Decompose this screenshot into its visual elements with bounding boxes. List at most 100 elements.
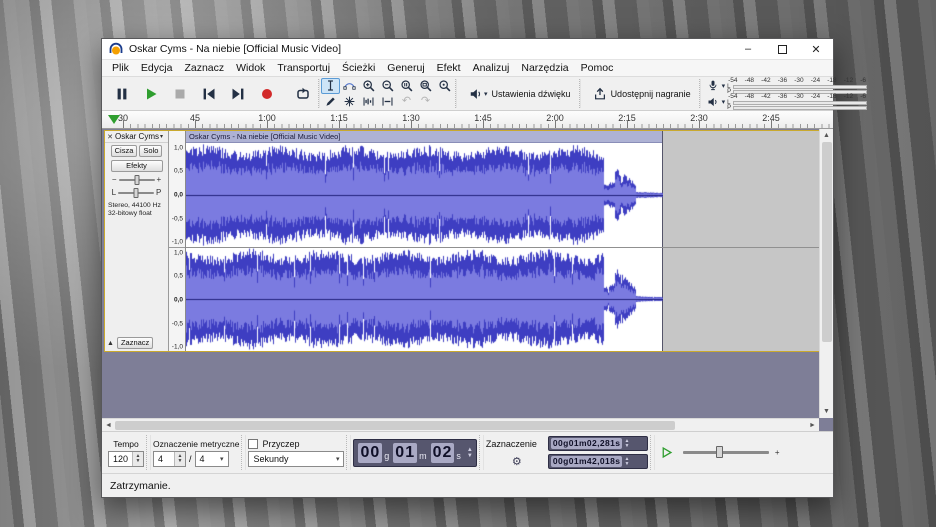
playback-meter[interactable]: ▾ -54-48-42-36-30-24-18-12-6 L P <box>706 94 868 110</box>
timeline-label: 45 <box>190 113 200 123</box>
selection-end-field[interactable]: 00g01m42,018s ▲▼ <box>548 454 648 469</box>
undo-button[interactable]: ↶ <box>397 94 416 110</box>
position-seconds[interactable]: 02 <box>431 443 455 463</box>
trim-audio-button[interactable] <box>359 94 378 110</box>
pan-slider[interactable]: L P <box>105 188 168 198</box>
vertical-scroll-thumb[interactable] <box>822 142 832 342</box>
audio-track[interactable]: ✕ Oskar Cyms ▾ Cisza Solo Efekty − + <box>104 130 820 352</box>
silence-audio-button[interactable] <box>378 94 397 110</box>
audio-setup-label: Ustawienia dźwięku <box>492 89 571 99</box>
menu-item[interactable]: Efekt <box>431 62 467 74</box>
share-audio-button[interactable]: Udostępnij nagranie <box>586 79 698 109</box>
envelope-tool-button[interactable] <box>340 78 359 94</box>
timeline-label: 2:45 <box>762 113 780 123</box>
draw-tool-button[interactable] <box>321 94 340 110</box>
loop-button[interactable] <box>288 79 317 108</box>
zoom-toggle-button[interactable] <box>435 78 454 94</box>
solo-button[interactable]: Solo <box>139 145 162 157</box>
minimize-button[interactable]: – <box>731 39 765 59</box>
record-button[interactable] <box>252 79 281 108</box>
selection-options-gear-icon[interactable]: ⚙ <box>486 455 548 468</box>
track-name[interactable]: Oskar Cyms <box>115 132 159 141</box>
redo-button[interactable]: ↷ <box>416 94 435 110</box>
gain-slider-thumb[interactable] <box>134 175 139 185</box>
play-speed-slider[interactable] <box>683 451 769 454</box>
audio-clip[interactable]: Oskar Cyms - Na niebie [Official Music V… <box>186 131 663 351</box>
scroll-down-arrow[interactable]: ▼ <box>823 405 830 418</box>
close-button[interactable]: ✕ <box>799 39 833 59</box>
timeline-ruler[interactable]: 30451:001:151:301:452:002:152:302:45 <box>102 111 833 129</box>
effects-button[interactable]: Efekty <box>111 160 163 172</box>
fit-project-button[interactable] <box>416 78 435 94</box>
track-close-button[interactable]: ✕ <box>105 133 115 141</box>
spinner-arrows-icon[interactable]: ▲▼ <box>467 447 473 459</box>
window-title: Oskar Cyms - Na niebie [Official Music V… <box>129 43 341 55</box>
tempo-spinner[interactable]: 120 ▲▼ <box>108 451 144 467</box>
menu-item[interactable]: Narzędzia <box>515 62 574 74</box>
playhead-pin-icon[interactable] <box>108 115 120 124</box>
time-signature-upper-spinner[interactable]: 4 ▲▼ <box>153 451 186 467</box>
spinner-arrows-icon[interactable]: ▲▼ <box>174 452 185 466</box>
play-at-speed-toolbar: + <box>657 432 780 473</box>
stop-button[interactable] <box>165 79 194 108</box>
menu-item[interactable]: Generuj <box>381 62 430 74</box>
menu-item[interactable]: Pomoc <box>575 62 620 74</box>
audio-position-display[interactable]: 00 g 01 m 02 s ▲▼ <box>353 439 476 467</box>
zoom-out-button[interactable] <box>378 78 397 94</box>
fit-selection-button[interactable] <box>397 78 416 94</box>
menu-item[interactable]: Edycja <box>135 62 179 74</box>
menu-item[interactable]: Zaznacz <box>178 62 230 74</box>
timeline-label: 2:30 <box>690 113 708 123</box>
mute-button[interactable]: Cisza <box>111 145 138 157</box>
pan-slider-thumb[interactable] <box>134 188 139 198</box>
scroll-up-arrow[interactable]: ▲ <box>823 129 830 142</box>
selection-label: Zaznaczenie <box>486 439 548 449</box>
play-button[interactable] <box>136 79 165 108</box>
title-bar[interactable]: Oskar Cyms - Na niebie [Official Music V… <box>102 39 833 60</box>
horizontal-scrollbar[interactable]: ◄ ► <box>102 418 819 431</box>
scroll-left-arrow[interactable]: ◄ <box>102 422 115 429</box>
scroll-right-arrow[interactable]: ► <box>806 422 819 429</box>
position-hours[interactable]: 00 <box>358 443 382 463</box>
skip-to-start-button[interactable] <box>194 79 223 108</box>
skip-to-end-button[interactable] <box>223 79 252 108</box>
select-track-button[interactable]: Zaznacz <box>117 337 153 349</box>
menu-item[interactable]: Analizuj <box>467 62 516 74</box>
selection-start-field[interactable]: 00g01m02,281s ▲▼ <box>548 436 648 451</box>
recording-meter[interactable]: ▾ -54-48-42-36-30-24-18-12-6 L P <box>706 78 868 94</box>
maximize-button[interactable] <box>765 39 799 59</box>
multi-tool-button[interactable] <box>340 94 359 110</box>
audio-setup-button[interactable]: ▾ Ustawienia dźwięku <box>462 79 578 109</box>
clip-title-bar[interactable]: Oskar Cyms - Na niebie [Official Music V… <box>186 131 662 143</box>
menu-item[interactable]: Widok <box>230 62 271 74</box>
time-signature-lower-dropdown[interactable]: 4 ▾ <box>195 451 229 467</box>
play-speed-slider-thumb[interactable] <box>716 446 723 458</box>
track-area[interactable]: ✕ Oskar Cyms ▾ Cisza Solo Efekty − + <box>102 129 833 431</box>
vertical-scrollbar[interactable]: ▲ ▼ <box>819 129 833 418</box>
pause-button[interactable] <box>107 79 136 108</box>
time-format-dropdown[interactable]: Sekundy ▾ <box>248 451 344 467</box>
play-at-speed-button[interactable] <box>657 445 677 461</box>
track-waveform-area[interactable]: Oskar Cyms - Na niebie [Official Music V… <box>186 131 819 351</box>
menu-item[interactable]: Plik <box>106 62 135 74</box>
zoom-in-button[interactable] <box>359 78 378 94</box>
spinner-arrows-icon[interactable]: ▲▼ <box>624 439 629 449</box>
track-menu-caret-icon[interactable]: ▾ <box>160 133 163 140</box>
collapse-track-button[interactable]: ▲ <box>107 340 114 347</box>
vertical-scale[interactable]: 1,0 0,5 0,0 -0,5 -1,0 1,0 0,5 0,0 -0,5 -… <box>169 131 186 351</box>
snap-checkbox[interactable] <box>248 439 258 449</box>
status-bar: Zatrzymanie. <box>102 473 833 497</box>
tempo-value[interactable]: 120 <box>109 452 132 466</box>
selection-tool-button[interactable] <box>321 78 340 94</box>
audacity-logo-icon <box>108 41 124 57</box>
meter-scale-number: -12 <box>844 78 853 84</box>
menu-item[interactable]: Ścieżki <box>336 62 381 74</box>
spinner-arrows-icon[interactable]: ▲▼ <box>132 452 143 466</box>
menu-item[interactable]: Transportuj <box>271 62 336 74</box>
position-minutes[interactable]: 01 <box>393 443 417 463</box>
gain-slider[interactable]: − + <box>105 175 168 185</box>
meter-scale-number: -54 <box>728 78 737 84</box>
timeline-label: 2:00 <box>546 113 564 123</box>
spinner-arrows-icon[interactable]: ▲▼ <box>624 457 629 467</box>
horizontal-scroll-thumb[interactable] <box>115 421 675 430</box>
